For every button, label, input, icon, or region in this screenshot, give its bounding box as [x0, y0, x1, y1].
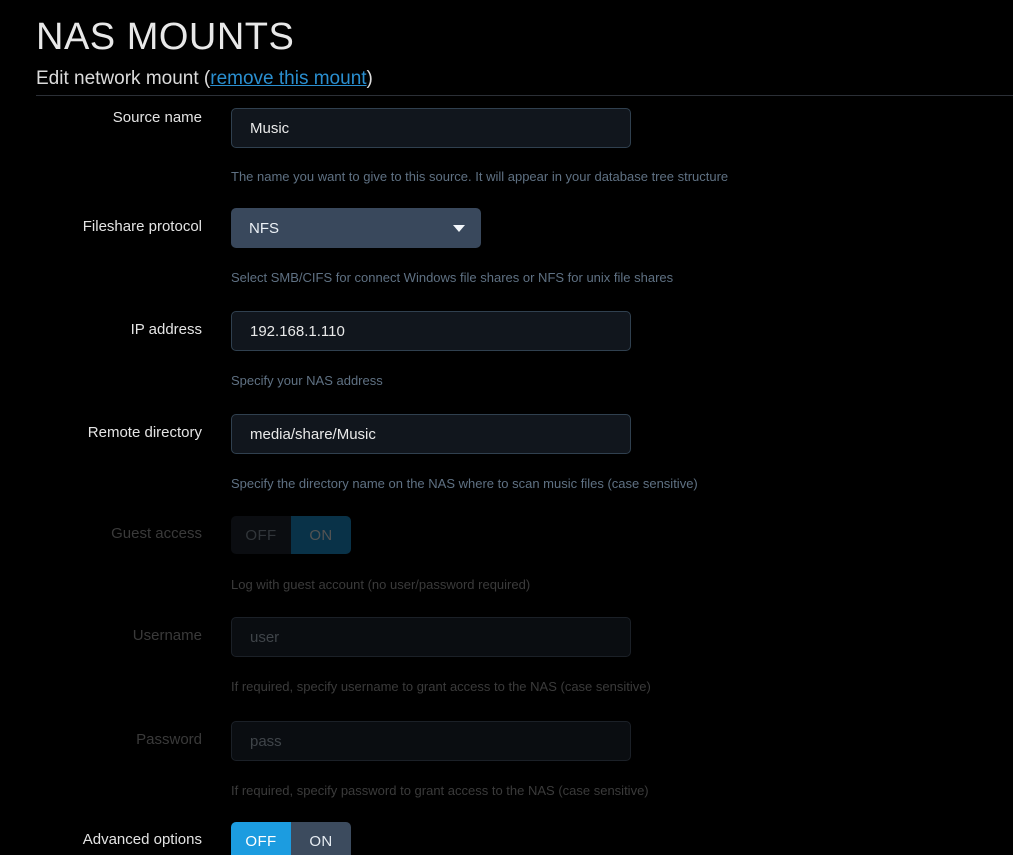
source-name-input[interactable]: [231, 108, 631, 148]
remove-this-mount-link[interactable]: remove this mount: [210, 68, 366, 89]
label-fileshare-protocol: Fileshare protocol: [82, 218, 202, 235]
guest-access-on-option[interactable]: ON: [291, 516, 351, 554]
label-guest-access: Guest access: [111, 525, 202, 542]
label-password: Password: [136, 731, 202, 748]
help-fileshare-protocol: Select SMB/CIFS for connect Windows file…: [231, 270, 674, 285]
label-username: Username: [132, 627, 202, 644]
row-advanced-options: Advanced options OFF ON: [0, 822, 1013, 855]
username-input[interactable]: [231, 617, 631, 657]
help-guest-access: Log with guest account (no user/password…: [231, 577, 531, 592]
help-username: If required, specify username to grant a…: [231, 679, 651, 694]
row-remote-directory: Remote directory: [0, 414, 1013, 460]
control-fileshare-protocol: NFS: [231, 208, 1013, 248]
guest-access-off-option[interactable]: OFF: [231, 516, 291, 554]
subtitle-suffix: ): [366, 68, 373, 89]
password-input[interactable]: [231, 721, 631, 761]
control-username: [231, 617, 1013, 657]
help-source-name: The name you want to give to this source…: [231, 169, 729, 184]
subtitle: Edit network mount (remove this mount): [36, 66, 373, 92]
control-source-name: [231, 108, 1013, 148]
guest-access-toggle[interactable]: OFF ON: [231, 516, 351, 554]
page-title: NAS MOUNTS: [36, 16, 295, 58]
help-password: If required, specify password to grant a…: [231, 783, 649, 798]
label-ip-address: IP address: [130, 321, 202, 338]
label-remote-directory: Remote directory: [87, 424, 202, 441]
control-remote-directory: [231, 414, 1013, 454]
nas-mounts-page: NAS MOUNTS Edit network mount (remove th…: [0, 0, 1013, 855]
nas-mount-form: Source name The name you want to give to…: [0, 108, 1013, 855]
control-password: [231, 721, 1013, 761]
label-source-name: Source name: [112, 109, 202, 126]
row-source-name: Source name: [0, 108, 1013, 154]
advanced-options-toggle[interactable]: OFF ON: [231, 822, 351, 855]
control-ip-address: [231, 311, 1013, 351]
row-password: Password: [0, 721, 1013, 767]
help-ip-address: Specify your NAS address: [231, 373, 383, 388]
fileshare-protocol-select[interactable]: NFS: [231, 208, 481, 248]
advanced-options-on-option[interactable]: ON: [291, 822, 351, 855]
row-username: Username: [0, 617, 1013, 663]
control-advanced-options: OFF ON: [231, 822, 1013, 855]
advanced-options-off-option[interactable]: OFF: [231, 822, 291, 855]
control-guest-access: OFF ON: [231, 516, 1013, 554]
label-advanced-options: Advanced options: [82, 831, 202, 848]
remote-directory-input[interactable]: [231, 414, 631, 454]
row-fileshare-protocol: Fileshare protocol NFS: [0, 208, 1013, 254]
help-remote-directory: Specify the directory name on the NAS wh…: [231, 476, 698, 491]
header-divider: [36, 95, 1013, 96]
subtitle-prefix: Edit network mount (: [36, 68, 211, 89]
row-ip-address: IP address: [0, 311, 1013, 357]
ip-address-input[interactable]: [231, 311, 631, 351]
row-guest-access: Guest access OFF ON: [0, 516, 1013, 560]
